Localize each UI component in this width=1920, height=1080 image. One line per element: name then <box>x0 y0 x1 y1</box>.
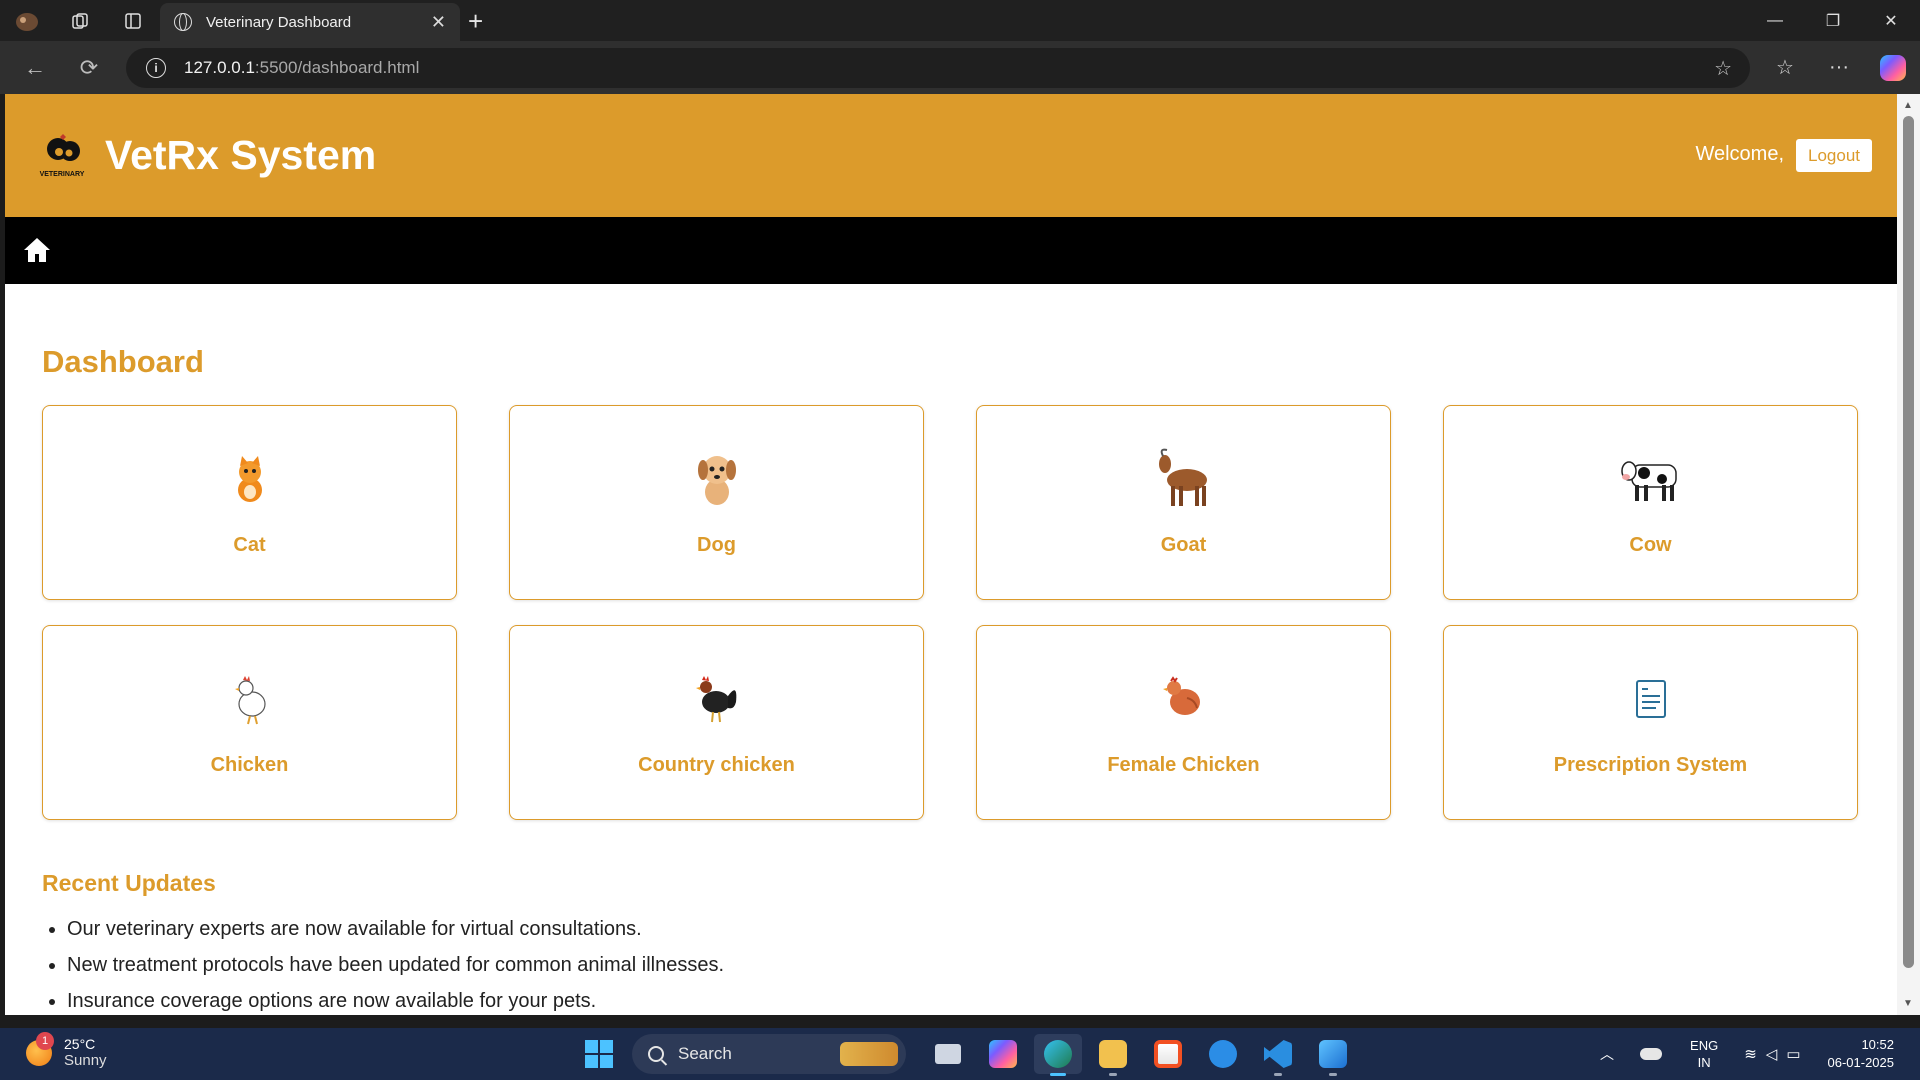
browser-tab[interactable]: Veterinary Dashboard ✕ <box>160 3 460 41</box>
help-icon[interactable] <box>1199 1034 1247 1074</box>
card-label: Prescription System <box>1553 754 1748 776</box>
card-label: Female Chicken <box>1107 754 1260 776</box>
weather-desc: Sunny <box>64 1052 107 1069</box>
list-item: Our veterinary experts are now available… <box>67 911 1860 947</box>
onedrive-icon[interactable] <box>1640 1048 1663 1060</box>
card-label: Cat <box>233 534 266 556</box>
edge-app-icon[interactable] <box>1034 1034 1082 1076</box>
notification-badge: 1 <box>36 1031 54 1050</box>
browser-titlebar: Veterinary Dashboard ✕ + — ❐ ✕ <box>0 0 1920 41</box>
list-item: Insurance coverage options are now avail… <box>67 983 1860 1015</box>
scroll-up-icon[interactable]: ▲ <box>1903 100 1913 111</box>
cat-icon <box>215 448 285 510</box>
clock-date: 06-01-2025 <box>1827 1055 1895 1070</box>
clock[interactable]: 10:52 06-01-2025 <box>1828 1036 1895 1072</box>
new-tab-icon[interactable]: + <box>468 6 483 37</box>
animal-card-grid: Cat Dog Goat Cow Chicken Country chicken… <box>42 405 1860 820</box>
svg-text:VETERINARY: VETERINARY <box>40 171 85 178</box>
sun-icon: 1 <box>26 1031 54 1066</box>
vscode-icon[interactable] <box>1254 1034 1302 1076</box>
rooster-icon <box>682 668 752 730</box>
card-label: Cow <box>1629 534 1672 556</box>
card-dog[interactable]: Dog <box>509 405 924 600</box>
dog-icon <box>682 448 752 510</box>
goat-icon <box>1149 448 1219 510</box>
profile-icon[interactable] <box>0 0 53 41</box>
system-tray: ︿ ENG IN ≋◁▭ 10:52 06-01-2025 <box>1600 1028 1920 1080</box>
recent-updates-list: Our veterinary experts are now available… <box>42 911 1860 1015</box>
language-indicator[interactable]: ENG IN <box>1690 1037 1718 1071</box>
workspaces-icon[interactable] <box>53 0 106 41</box>
store-icon[interactable] <box>1144 1034 1192 1074</box>
tab-actions-icon[interactable] <box>106 0 159 41</box>
hen-icon <box>1149 668 1219 730</box>
search-label: Search <box>678 1044 732 1063</box>
dashboard-title: Dashboard <box>42 344 204 379</box>
taskbar-search[interactable]: Search <box>632 1034 906 1074</box>
veterinary-logo: VETERINARY <box>40 134 85 178</box>
card-cow[interactable]: Cow <box>1443 405 1858 600</box>
copilot-icon[interactable] <box>1880 54 1906 81</box>
browser-toolbar: ← ⟳ i 127.0.0.1 :5500/dashboard.html ☆ ☆… <box>0 41 1920 94</box>
address-bar[interactable]: i 127.0.0.1 :5500/dashboard.html ☆ <box>126 48 1750 88</box>
region-code: IN <box>1697 1055 1711 1070</box>
card-country-chicken[interactable]: Country chicken <box>509 625 924 820</box>
file-explorer-icon[interactable] <box>1089 1034 1137 1076</box>
search-icon <box>648 1046 664 1062</box>
chicken-icon <box>215 668 285 730</box>
list-item: New treatment protocols have been update… <box>67 947 1860 983</box>
search-highlight-icon <box>840 1042 898 1066</box>
more-menu-icon[interactable]: ··· <box>1812 56 1866 79</box>
weather-widget[interactable]: 1 25°C Sunny <box>26 1031 107 1069</box>
cow-icon <box>1616 448 1686 510</box>
task-view-icon[interactable] <box>924 1034 972 1074</box>
taskbar: 1 25°C Sunny Search ︿ ENG IN ≋◁▭ 10:52 0… <box>0 1028 1920 1080</box>
page-scrollbar[interactable]: ▲ ▼ <box>1897 94 1920 1015</box>
lang-code: ENG <box>1690 1038 1719 1053</box>
logout-button[interactable]: Logout <box>1796 139 1872 172</box>
card-prescription-system[interactable]: Prescription System <box>1443 625 1858 820</box>
card-goat[interactable]: Goat <box>976 405 1391 600</box>
close-window-icon[interactable]: ✕ <box>1862 0 1920 41</box>
recent-updates-title: Recent Updates <box>42 870 216 896</box>
favorites-icon[interactable]: ☆ <box>1758 55 1812 80</box>
site-info-icon[interactable]: i <box>146 58 166 78</box>
url-path: :5500/dashboard.html <box>254 58 420 77</box>
card-chicken[interactable]: Chicken <box>42 625 457 820</box>
globe-icon <box>174 13 192 31</box>
clock-time: 10:52 <box>1861 1037 1894 1052</box>
url-host: 127.0.0.1 <box>184 58 255 77</box>
restore-icon[interactable]: ❐ <box>1804 0 1862 41</box>
welcome-text: Welcome, <box>1695 143 1784 165</box>
card-cat[interactable]: Cat <box>42 405 457 600</box>
card-label: Dog <box>697 534 736 556</box>
card-label: Chicken <box>210 754 289 776</box>
weather-temp: 25°C <box>64 1036 96 1052</box>
tab-title: Veterinary Dashboard <box>206 13 352 31</box>
scroll-down-icon[interactable]: ▼ <box>1903 998 1913 1009</box>
favorite-star-icon[interactable]: ☆ <box>1714 56 1732 81</box>
wifi-volume-battery-icons[interactable]: ≋◁▭ <box>1744 1045 1809 1063</box>
photos-icon[interactable] <box>1309 1034 1357 1076</box>
navbar <box>5 217 1897 284</box>
main-content: Dashboard Cat Dog Goat Cow Chicken Count… <box>5 284 1897 1015</box>
minimize-icon[interactable]: — <box>1746 0 1804 41</box>
scrollbar-thumb[interactable] <box>1903 116 1914 968</box>
card-label: Country chicken <box>638 754 795 776</box>
web-page: VETERINARY VetRx System Welcome, Logout … <box>5 94 1897 1015</box>
prescription-icon <box>1616 668 1686 730</box>
app-header: VETERINARY VetRx System Welcome, Logout <box>5 94 1897 217</box>
card-label: Goat <box>1160 534 1207 556</box>
start-button[interactable] <box>580 1034 618 1074</box>
back-icon[interactable]: ← <box>8 41 62 94</box>
show-hidden-icons[interactable]: ︿ <box>1600 1044 1614 1064</box>
card-female-chicken[interactable]: Female Chicken <box>976 625 1391 820</box>
home-icon[interactable] <box>22 236 52 264</box>
close-tab-icon[interactable]: ✕ <box>431 12 446 33</box>
copilot-app-icon[interactable] <box>979 1034 1027 1074</box>
refresh-icon[interactable]: ⟳ <box>62 41 116 94</box>
brand-title: VetRx System <box>105 132 377 178</box>
